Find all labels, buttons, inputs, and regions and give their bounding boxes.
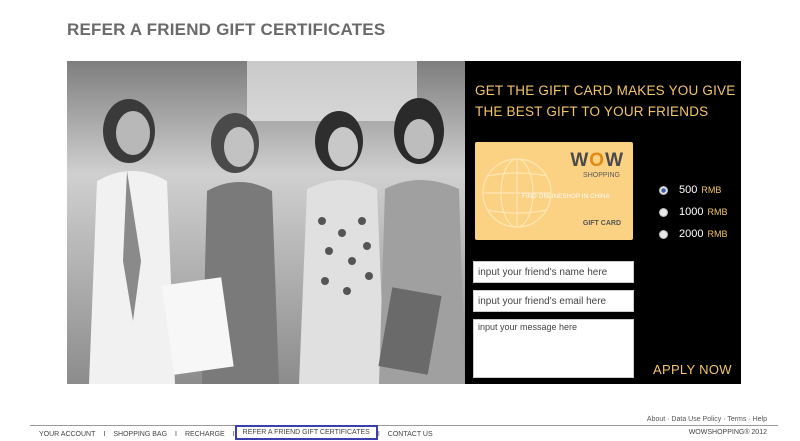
apply-now-button[interactable]: APPLY NOW: [653, 362, 732, 377]
amount-unit: RMB: [701, 185, 722, 195]
footer-divider: [30, 425, 778, 426]
page-title: REFER A FRIEND GIFT CERTIFICATES: [67, 20, 386, 39]
friend-email-input[interactable]: [473, 290, 634, 312]
footer-nav-refer-a-friend[interactable]: REFER A FRIEND GIFT CERTIFICATES: [234, 425, 378, 440]
footer-nav-contact-us[interactable]: CONTACT US: [380, 431, 441, 438]
promo-headline: GET THE GIFT CARD MAKES YOU GIVE THE BES…: [475, 80, 737, 122]
headline-line-1: GET THE GIFT CARD MAKES YOU GIVE: [475, 83, 736, 98]
radio-button[interactable]: [659, 185, 668, 195]
amount-option-1000[interactable]: 1000 RMB: [659, 201, 727, 223]
card-brand-o: O: [589, 150, 606, 171]
amount-unit: RMB: [707, 207, 728, 217]
amount-option-2000[interactable]: 2000 RMB: [659, 223, 727, 245]
gift-card-image: WOW SHOPPING FIND ONLINESHOP IN CHINA GI…: [475, 142, 633, 240]
hero-photo: [67, 61, 465, 384]
card-tagline: FIND ONLINESHOP IN CHINA: [522, 194, 610, 200]
card-brand-w1: W: [570, 150, 590, 171]
globe-icon: [482, 158, 552, 228]
headline-line-2: THE BEST GIFT TO YOUR FRIENDS: [475, 104, 709, 119]
footer-nav-your-account[interactable]: YOUR ACCOUNT: [31, 431, 103, 438]
card-type-label: GIFT CARD: [582, 220, 621, 227]
amount-options: 500 RMB 1000 RMB 2000 RMB: [659, 179, 727, 245]
card-brand-logo: WOW: [570, 150, 624, 172]
amount-value: 500: [679, 184, 698, 196]
card-brand-w2: W: [605, 150, 624, 171]
footer-utility-links[interactable]: About · Data Use Policy · Terms · Help: [647, 416, 767, 423]
gift-panel: GET THE GIFT CARD MAKES YOU GIVE THE BES…: [465, 61, 741, 384]
friend-name-input[interactable]: [473, 261, 634, 283]
footer-nav-shopping-bag[interactable]: SHOPPING BAG: [105, 431, 175, 438]
radio-button[interactable]: [659, 207, 668, 217]
footer-nav: YOUR ACCOUNT I SHOPPING BAG I RECHARGE I…: [31, 425, 441, 440]
amount-unit: RMB: [707, 229, 728, 239]
footer-nav-recharge[interactable]: RECHARGE: [177, 431, 233, 438]
amount-value: 1000: [679, 206, 704, 218]
message-textarea[interactable]: [473, 319, 634, 378]
amount-option-500[interactable]: 500 RMB: [659, 179, 727, 201]
copyright: WOWSHOPPING® 2012: [688, 429, 767, 436]
radio-button[interactable]: [659, 229, 668, 239]
amount-value: 2000: [679, 228, 704, 240]
card-brand-sub: SHOPPING: [583, 172, 620, 179]
